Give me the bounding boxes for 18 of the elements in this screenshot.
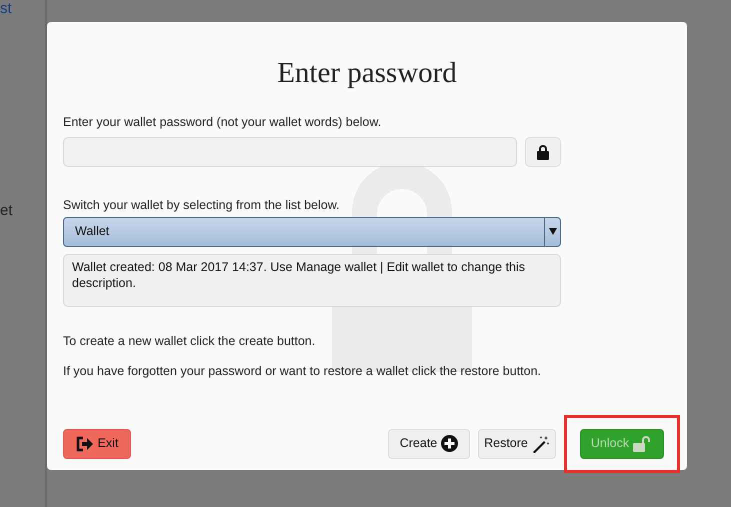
- info-text: To create a new wallet click the create button.: [63, 332, 316, 348]
- description-box: Wallet created: 08 Mar 2017 14:37. Use Manage wallet | Edit wallet to change this description.: [63, 254, 561, 306]
- wallet-label: Switch your wallet by selecting from the list below.: [63, 196, 340, 214]
- restore-button[interactable]: Restore: [478, 428, 556, 458]
- dropdown-caret-icon: [548, 228, 556, 235]
- lock-button[interactable]: [525, 136, 561, 167]
- info-text: If you have forgotten your password or want to restore a wallet click the restore button.: [63, 362, 542, 378]
- dialog-title: Enter password: [277, 56, 457, 90]
- lock-icon: [536, 144, 550, 160]
- password-field[interactable]: [63, 136, 517, 167]
- background-text: et: [0, 201, 13, 221]
- password-label: Enter your wallet password (not your wallet words) below.: [63, 114, 382, 131]
- exit-icon: [76, 436, 94, 452]
- magic-wand-icon: [532, 434, 550, 452]
- wallet-dropdown[interactable]: Wallet: [63, 216, 561, 246]
- create-button[interactable]: Create: [388, 428, 470, 458]
- exit-button[interactable]: Exit: [63, 428, 131, 458]
- plus-circle-icon: [441, 435, 458, 452]
